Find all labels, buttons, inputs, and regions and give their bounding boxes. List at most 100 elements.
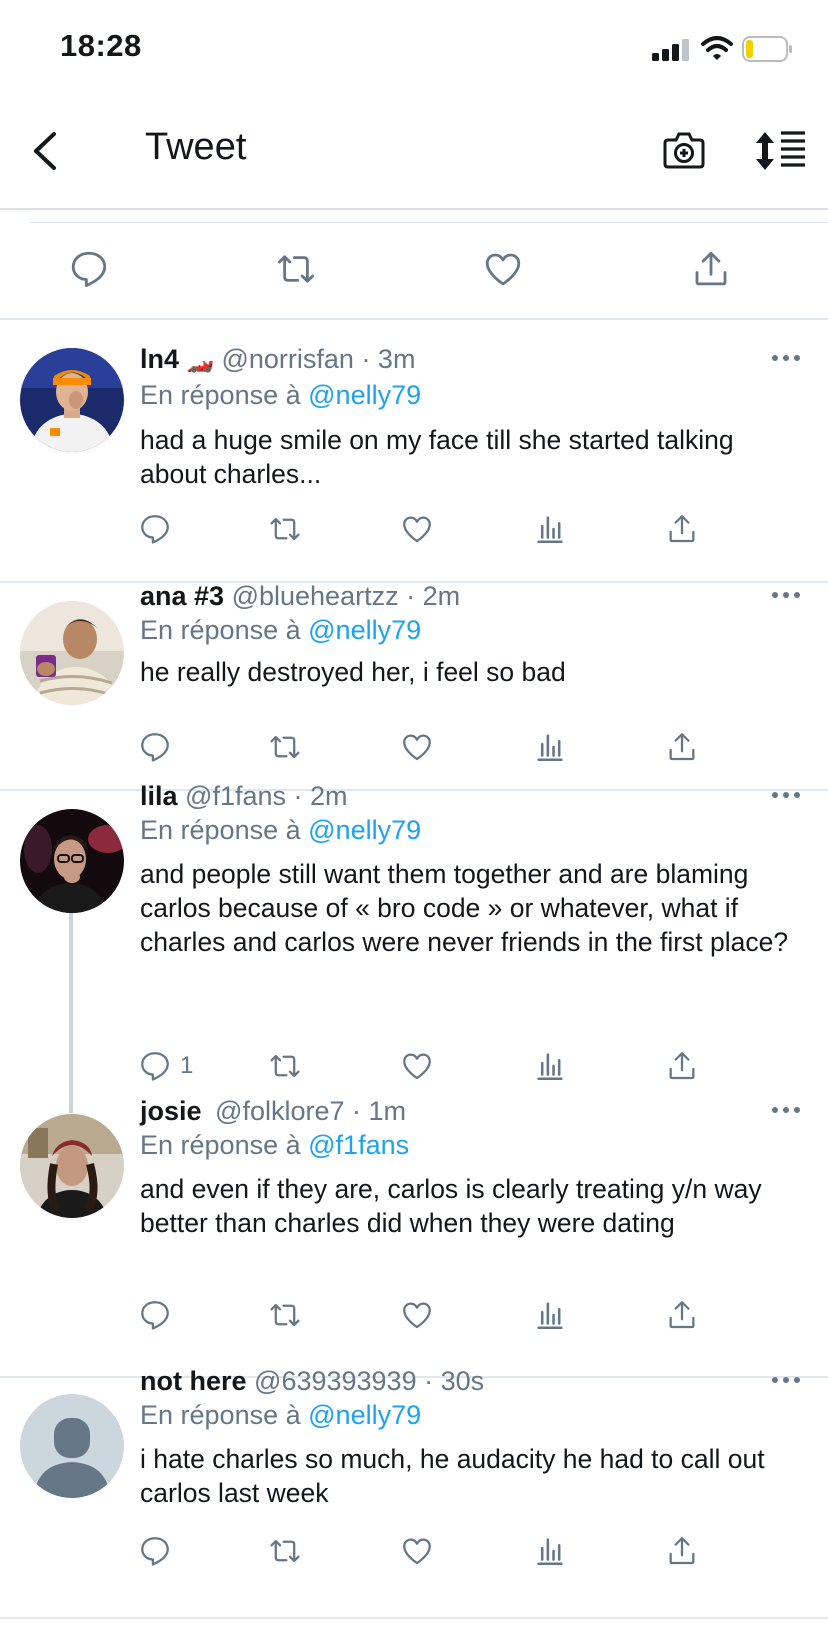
analytics-button[interactable] xyxy=(533,728,567,766)
timestamp: · 30s xyxy=(424,1366,485,1396)
tweet-actions xyxy=(138,1532,738,1572)
reply-mention-link[interactable]: @nelly79 xyxy=(308,615,421,645)
reply-button[interactable] xyxy=(138,728,180,766)
avatar[interactable] xyxy=(20,601,124,705)
share-button[interactable] xyxy=(665,1532,699,1570)
retweet-button[interactable] xyxy=(268,1532,302,1570)
analytics-icon xyxy=(537,734,563,762)
more-icon[interactable] xyxy=(772,1104,802,1116)
analytics-button[interactable] xyxy=(533,1296,567,1334)
share-button[interactable] xyxy=(665,1296,699,1334)
tweet-text: i hate charles so much, he audacity he h… xyxy=(140,1444,765,1508)
tweet-text: had a huge smile on my face till she sta… xyxy=(140,425,734,489)
handle[interactable]: @folklore7 xyxy=(215,1096,344,1126)
tweet-actions: 1 xyxy=(138,1047,738,1087)
reply-context: En réponse à @nelly79 xyxy=(140,1400,421,1431)
share-icon xyxy=(669,1301,695,1329)
cellular-signal-icon xyxy=(652,37,692,61)
like-button[interactable] xyxy=(400,728,434,766)
share-icon xyxy=(669,1537,695,1565)
retweet-button[interactable] xyxy=(268,1296,302,1334)
share-button[interactable] xyxy=(665,510,699,548)
reply-button[interactable] xyxy=(138,510,180,548)
tweet-header: josie @folklore7 · 1m xyxy=(140,1096,406,1127)
reply-icon xyxy=(141,1537,169,1566)
reply-button[interactable]: 1 xyxy=(138,1047,193,1085)
tweet-divider xyxy=(0,1617,828,1619)
share-icon xyxy=(669,733,695,761)
camera-add-icon[interactable] xyxy=(662,128,706,172)
status-time: 18:28 xyxy=(60,28,142,63)
analytics-icon xyxy=(537,1053,563,1081)
reply-context: En réponse à @nelly79 xyxy=(140,380,421,411)
more-icon[interactable] xyxy=(772,589,802,601)
analytics-button[interactable] xyxy=(533,510,567,548)
analytics-icon xyxy=(537,516,563,544)
handle[interactable]: @norrisfan xyxy=(221,344,353,374)
tweet-actions xyxy=(138,728,738,768)
reply-context: En réponse à @nelly79 xyxy=(140,815,421,846)
retweet-icon xyxy=(270,735,300,759)
more-icon[interactable] xyxy=(772,1374,802,1386)
main-tweet-actions xyxy=(0,240,828,310)
like-button[interactable] xyxy=(400,1047,434,1085)
tweet-actions xyxy=(138,510,738,550)
reply-context: En réponse à @nelly79 xyxy=(140,615,421,646)
like-button[interactable] xyxy=(400,1296,434,1334)
more-icon[interactable] xyxy=(772,352,802,364)
more-icon[interactable] xyxy=(772,789,802,801)
timestamp: · 3m xyxy=(361,344,416,374)
like-button[interactable] xyxy=(400,1532,434,1570)
share-button[interactable] xyxy=(665,728,699,766)
display-name[interactable]: ana #3 xyxy=(140,581,224,611)
reply-button[interactable] xyxy=(138,1296,180,1334)
avatar[interactable] xyxy=(20,348,124,452)
avatar[interactable] xyxy=(20,1114,124,1218)
reply-icon xyxy=(141,1052,169,1081)
reply-count: 1 xyxy=(180,1052,194,1079)
tweet-header: ln4 🏎️ @norrisfan · 3m xyxy=(140,344,415,375)
display-name[interactable]: josie xyxy=(140,1096,202,1126)
tweet-text: and people still want them together and … xyxy=(140,859,789,957)
display-name[interactable]: not here xyxy=(140,1366,247,1396)
section-divider xyxy=(0,318,828,320)
handle[interactable]: @f1fans xyxy=(185,781,286,811)
reply-context: En réponse à @f1fans xyxy=(140,1130,409,1161)
heart-icon[interactable] xyxy=(482,248,524,290)
share-button[interactable] xyxy=(665,1047,699,1085)
display-name[interactable]: lila xyxy=(140,781,178,811)
reply-mention-link[interactable]: @nelly79 xyxy=(308,380,421,410)
retweet-icon xyxy=(270,517,300,541)
analytics-icon xyxy=(537,1302,563,1330)
reply-prefix: En réponse à xyxy=(140,1400,301,1430)
retweet-icon xyxy=(270,1303,300,1327)
avatar[interactable] xyxy=(20,809,124,913)
reply-mention-link[interactable]: @nelly79 xyxy=(308,1400,421,1430)
heart-icon xyxy=(403,734,431,761)
handle[interactable]: @639393939 xyxy=(254,1366,417,1396)
reply-mention-link[interactable]: @nelly79 xyxy=(308,815,421,845)
like-button[interactable] xyxy=(400,510,434,548)
tweet-header: lila @f1fans · 2m xyxy=(140,781,348,812)
handle[interactable]: @blueheartzz xyxy=(232,581,399,611)
display-name[interactable]: ln4 xyxy=(140,344,179,374)
thread-connector-line xyxy=(69,913,73,1113)
retweet-button[interactable] xyxy=(268,510,302,548)
retweet-icon xyxy=(270,1054,300,1078)
analytics-button[interactable] xyxy=(533,1047,567,1085)
reply-icon[interactable] xyxy=(68,248,110,290)
retweet-button[interactable] xyxy=(268,728,302,766)
racing-car-emoji: 🏎️ xyxy=(186,348,214,373)
analytics-button[interactable] xyxy=(533,1532,567,1570)
retweet-icon[interactable] xyxy=(275,248,317,290)
back-arrow-icon[interactable] xyxy=(28,128,64,174)
battery-icon xyxy=(742,36,792,62)
heart-icon xyxy=(403,1302,431,1329)
heart-icon xyxy=(403,1538,431,1565)
reply-button[interactable] xyxy=(138,1532,180,1570)
sort-replies-icon[interactable] xyxy=(755,130,807,172)
retweet-button[interactable] xyxy=(268,1047,302,1085)
reply-mention-link[interactable]: @f1fans xyxy=(308,1130,409,1160)
share-icon[interactable] xyxy=(690,248,732,290)
avatar[interactable] xyxy=(20,1394,124,1498)
